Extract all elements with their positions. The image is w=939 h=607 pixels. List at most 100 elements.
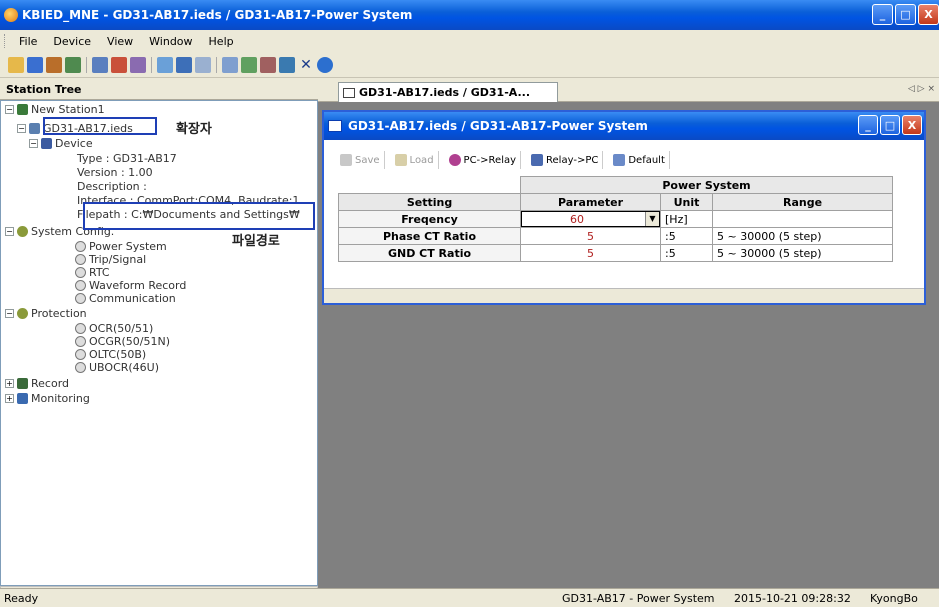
setting-leaf-icon [75, 336, 86, 347]
extension-highlight [43, 117, 157, 135]
child-close-button[interactable]: X [902, 115, 922, 135]
setting-leaf-icon [75, 323, 86, 334]
status-ready: Ready [4, 592, 39, 605]
setting-leaf-icon [75, 254, 86, 265]
expand-system-config-icon[interactable]: − [5, 227, 14, 236]
menu-help[interactable]: Help [201, 35, 242, 48]
app-icon [4, 8, 18, 22]
prop-version: Version : 1.00 [77, 166, 153, 179]
save-button[interactable]: Save [336, 151, 385, 169]
setting-leaf-icon [75, 241, 86, 252]
tab-nav-arrows[interactable]: ◁ ▷ × [908, 84, 935, 94]
gnd-ct-value[interactable]: 5 [520, 244, 661, 262]
file-icon [29, 123, 40, 134]
connect-icon[interactable] [111, 56, 127, 73]
child-window-title: GD31-AB17.ieds / GD31-AB17-Power System [348, 119, 648, 133]
tree-monitoring[interactable]: Monitoring [31, 392, 90, 405]
device-icon[interactable] [279, 56, 295, 73]
new-icon[interactable] [8, 56, 24, 73]
menu-view[interactable]: View [99, 35, 141, 48]
relay-to-pc-button[interactable]: Relay->PC [527, 151, 604, 169]
tree-station[interactable]: New Station1 [31, 103, 105, 116]
record-icon [17, 378, 28, 389]
menu-file[interactable]: File [11, 35, 45, 48]
window-icon[interactable] [222, 56, 238, 73]
child-title-bar: GD31-AB17.ieds / GD31-AB17-Power System … [324, 112, 924, 140]
prop-description: Description : [77, 180, 147, 193]
setting-leaf-icon [75, 349, 86, 360]
close-button[interactable]: X [918, 4, 939, 25]
expand-protection-icon[interactable]: − [5, 309, 14, 318]
station-tree: − New Station1 − GD31-AB17.ieds − Device… [0, 100, 318, 586]
header-unit: Unit [660, 193, 713, 211]
frequency-dropdown[interactable]: 60 ▼ [521, 211, 660, 227]
tree-communication[interactable]: Communication [89, 292, 176, 305]
tree-power-system[interactable]: Power System [89, 240, 167, 253]
header-range: Range [712, 193, 893, 211]
chart-icon[interactable] [241, 56, 257, 73]
expand-monitoring-icon[interactable]: + [5, 394, 14, 403]
menu-device[interactable]: Device [45, 35, 99, 48]
tab-label: GD31-AB17.ieds / GD31-A... [359, 86, 531, 99]
load-button[interactable]: Load [391, 151, 439, 169]
save-icon[interactable] [27, 56, 43, 73]
extension-annotation: 확장자 [176, 122, 212, 137]
default-icon [613, 154, 626, 166]
power-system-window: GD31-AB17.ieds / GD31-AB17-Power System … [322, 110, 926, 305]
expand-record-icon[interactable]: + [5, 379, 14, 388]
tree-ocgr[interactable]: OCGR(50/51N) [89, 335, 170, 348]
document-tab[interactable]: GD31-AB17.ieds / GD31-A... [338, 82, 558, 102]
title-bar: KBIED_MNE - GD31-AB17.ieds / GD31-AB17-P… [0, 0, 939, 30]
tree-ocr[interactable]: OCR(50/51) [89, 322, 153, 335]
table-row: GND CT Ratio 5 :5 5 ~ 30000 (5 step) [338, 244, 893, 262]
setting-leaf-icon [75, 280, 86, 291]
minimize-button[interactable]: _ [872, 4, 893, 25]
pc-to-relay-button[interactable]: PC->Relay [445, 151, 522, 169]
settings-icon[interactable] [130, 56, 146, 73]
child-maximize-button[interactable]: □ [880, 115, 900, 135]
download-icon [531, 154, 544, 166]
help-icon[interactable] [317, 56, 333, 73]
phase-ct-value[interactable]: 5 [520, 227, 661, 245]
power-system-table: Power System Setting Parameter Unit Rang… [338, 176, 893, 262]
menu-bar: File Device View Window Help [0, 30, 939, 52]
menu-window[interactable]: Window [141, 35, 200, 48]
chevron-down-icon[interactable]: ▼ [645, 212, 659, 226]
link-icon[interactable] [157, 56, 173, 73]
child-window-icon [328, 120, 342, 132]
station-icon [17, 104, 28, 115]
list-icon[interactable] [92, 56, 108, 73]
tree-trip-signal[interactable]: Trip/Signal [89, 253, 146, 266]
setting-leaf-icon [75, 293, 86, 304]
folder-icon [394, 154, 407, 166]
prop-type: Type : GD31-AB17 [77, 152, 177, 165]
tree-protection[interactable]: Protection [31, 307, 87, 320]
expand-station-icon[interactable]: − [5, 105, 14, 114]
monitor-icon[interactable] [176, 56, 192, 73]
tree-oltc[interactable]: OLTC(50B) [89, 348, 146, 361]
maximize-button[interactable]: □ [895, 4, 916, 25]
default-button[interactable]: Default [609, 151, 670, 169]
tree-rtc[interactable]: RTC [89, 266, 110, 279]
header-parameter: Parameter [520, 193, 661, 211]
monitoring-icon [17, 393, 28, 404]
open-icon[interactable] [46, 56, 62, 73]
percent-icon[interactable] [260, 56, 276, 73]
tree-record[interactable]: Record [31, 377, 69, 390]
document-icon [343, 87, 355, 98]
status-bar: Ready GD31-AB17 - Power System 2015-10-2… [0, 588, 939, 607]
expand-device-icon[interactable]: − [29, 139, 38, 148]
child-minimize-button[interactable]: _ [858, 115, 878, 135]
child-status-bar [324, 288, 924, 303]
expand-file-icon[interactable]: − [17, 124, 26, 133]
tree-device[interactable]: Device [55, 137, 93, 150]
close-x-icon[interactable]: ✕ [298, 57, 314, 73]
grid-icon[interactable] [195, 56, 211, 73]
save-icon [340, 154, 352, 166]
tree-waveform-record[interactable]: Waveform Record [89, 279, 186, 292]
child-toolbar: Save Load PC->Relay Relay->PC Default [336, 150, 670, 170]
network-icon[interactable] [65, 56, 81, 73]
station-tree-header: Station Tree [0, 80, 318, 100]
tree-ubocr[interactable]: UBOCR(46U) [89, 361, 159, 374]
setting-leaf-icon [75, 362, 86, 373]
